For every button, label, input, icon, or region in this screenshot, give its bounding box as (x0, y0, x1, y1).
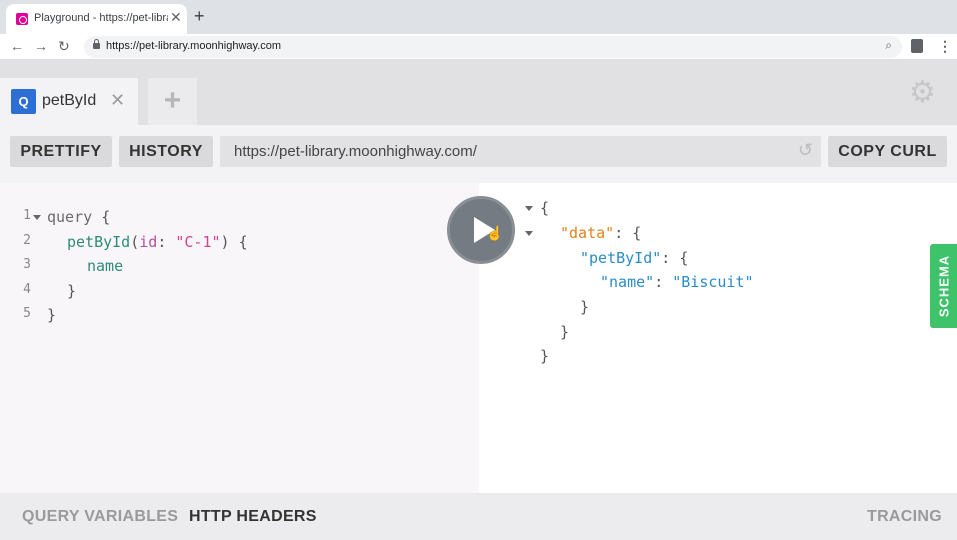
result-line-4: "name": "Biscuit" (600, 273, 754, 291)
prettify-button[interactable]: PRETTIFY (10, 136, 112, 167)
reload-icon[interactable]: ↻ (58, 38, 70, 55)
add-tab-button[interactable]: + (148, 78, 197, 125)
line-number: 5 (23, 306, 31, 321)
result-line-5: } (580, 298, 590, 316)
fold-toggle-icon[interactable] (33, 215, 41, 220)
json-key-name: "name" (600, 273, 655, 291)
result-line-1: { (540, 199, 550, 217)
back-arrow-icon[interactable]: ← (10, 38, 24, 54)
query-line-4: } (67, 282, 77, 300)
json-key-petbyid: "petById" (580, 249, 662, 267)
field-name: petById (67, 233, 131, 251)
query-line-1: query { (47, 208, 110, 226)
query-badge: Q (11, 89, 36, 114)
address-bar[interactable]: https://pet-library.moonhighway.com ⌕ (84, 36, 902, 58)
json-key-data: "data" (560, 224, 615, 242)
action-bar: PRETTIFY HISTORY https://pet-library.moo… (0, 125, 957, 183)
mouse-pointer-icon: ☝ (486, 225, 504, 241)
endpoint-url-text: https://pet-library.moonhighway.com/ (234, 143, 477, 160)
query-line-2: petById(id: "C-1") { (67, 233, 248, 251)
argument-name: id (139, 233, 158, 251)
result-line-3: "petById": { (580, 249, 688, 267)
close-query-tab-icon[interactable]: ✕ (110, 90, 125, 111)
argument-value: "C-1" (175, 233, 221, 251)
json-value-biscuit: "Biscuit" (672, 273, 754, 291)
endpoint-url-input[interactable]: https://pet-library.moonhighway.com/ ↺ (220, 136, 821, 167)
reset-endpoint-icon[interactable]: ↺ (798, 140, 813, 161)
query-variables-tab[interactable]: QUERY VARIABLES (22, 508, 178, 526)
forward-arrow-icon[interactable]: → (34, 38, 48, 54)
line-number: 4 (23, 282, 31, 297)
result-line-7: } (540, 347, 550, 365)
query-keyword: query (47, 208, 93, 226)
fold-toggle-icon[interactable] (525, 206, 533, 211)
address-url[interactable]: https://pet-library.moonhighway.com (106, 40, 281, 52)
fold-toggle-icon[interactable] (525, 231, 533, 236)
extension-icon[interactable] (911, 39, 923, 53)
query-editor[interactable]: 1 2 3 4 5 query { petById(id: "C-1") { n… (0, 183, 479, 493)
new-tab-button[interactable]: + (194, 6, 205, 27)
line-number: 2 (23, 233, 31, 248)
browser-tab-strip: Playground - https://pet-library.moonhig… (0, 0, 957, 34)
browser-tab[interactable]: Playground - https://pet-library.moonhig… (6, 4, 187, 34)
paren: ( (130, 233, 140, 251)
browser-menu-icon[interactable]: ⋮ (938, 38, 952, 55)
line-number: 3 (23, 257, 31, 272)
schema-label: SCHEMA (936, 254, 951, 318)
query-tab-petbyid[interactable]: Q petById ✕ (0, 78, 138, 125)
query-line-5: } (47, 306, 57, 324)
json-punct: : (654, 273, 673, 291)
tracing-tab[interactable]: TRACING (867, 508, 942, 526)
http-headers-tab[interactable]: HTTP HEADERS (189, 508, 317, 526)
result-viewer: { "data": { "petById": { "name": "Biscui… (479, 183, 957, 493)
settings-gear-icon[interactable]: ⚙ (909, 78, 936, 108)
playground-tab-bar: Q petById ✕ + (0, 60, 957, 125)
json-punct: : { (661, 249, 689, 267)
close-tab-icon[interactable]: ✕ (170, 9, 182, 26)
query-line-3: name (87, 257, 123, 275)
schema-tab[interactable]: SCHEMA (930, 244, 957, 328)
graphql-favicon-icon (16, 13, 28, 25)
field-name: name (87, 257, 124, 275)
bottom-panel-bar: QUERY VARIABLES HTTP HEADERS TRACING (0, 493, 957, 540)
colon: : (157, 233, 176, 251)
copy-curl-button[interactable]: COPY CURL (828, 136, 947, 167)
history-button[interactable]: HISTORY (119, 136, 213, 167)
json-punct: : { (614, 224, 642, 242)
brace: { (101, 208, 111, 226)
result-line-2: "data": { (560, 224, 641, 242)
line-number: 1 (23, 208, 31, 223)
query-tab-name: petById (42, 92, 97, 109)
zoom-icon[interactable]: ⌕ (885, 38, 892, 53)
result-line-6: } (560, 323, 570, 341)
lock-icon (93, 39, 100, 49)
browser-toolbar: ← → ↻ https://pet-library.moonhighway.co… (0, 34, 957, 60)
execute-query-button[interactable] (447, 196, 515, 264)
browser-tab-title: Playground - https://pet-library.moonhig… (34, 12, 168, 24)
paren-brace: ) { (220, 233, 248, 251)
